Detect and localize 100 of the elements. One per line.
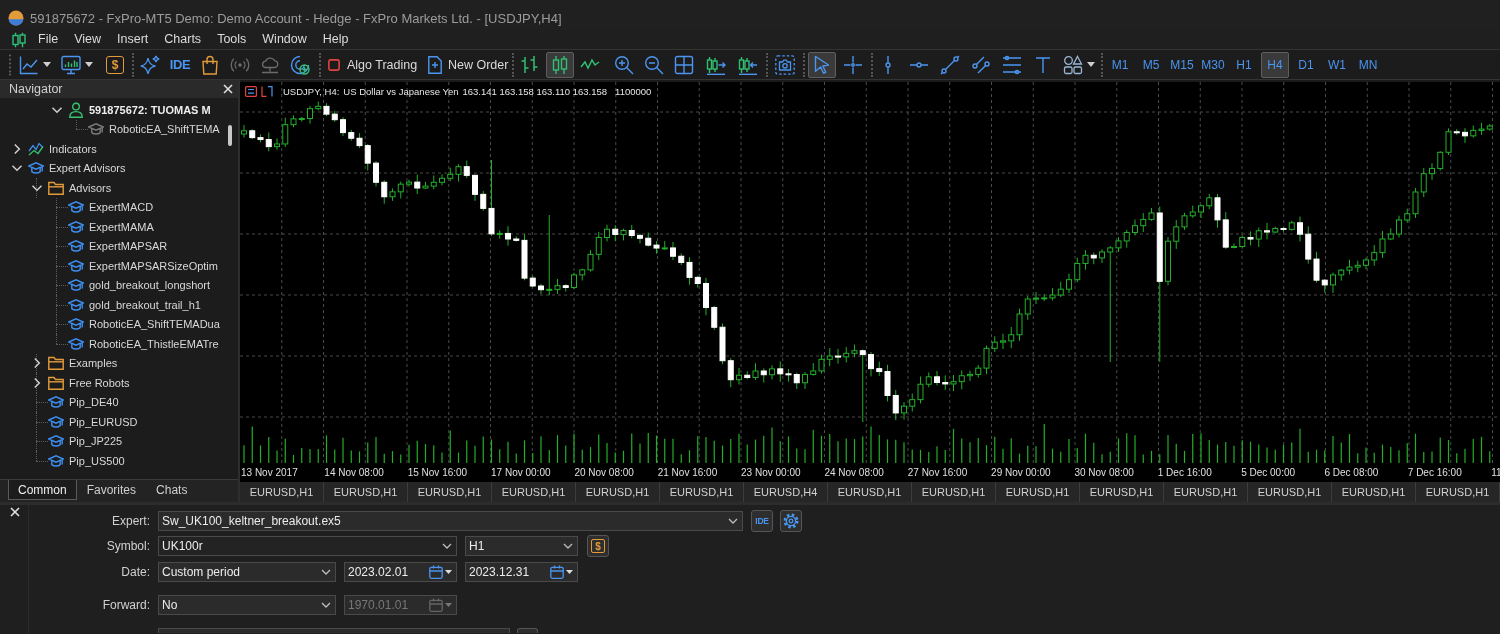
folder-icon [48,355,64,372]
camera-icon [775,54,795,75]
axis-label: 30 Nov 08:00 [1074,467,1134,478]
period-dropdown[interactable]: H1 [465,536,578,556]
axis-label: 29 Nov 00:00 [991,467,1051,478]
panel-tab[interactable]: Common [8,480,77,500]
axis-label: 17 Nov 00:00 [491,467,551,478]
menu-item[interactable]: View [66,30,110,49]
axis-label: 6 Dec 08:00 [1324,467,1379,478]
tree-item[interactable]: ExpertMAMA [0,217,224,237]
graduation-cap-icon [68,335,84,352]
candles-chart-button[interactable] [546,51,574,78]
close-icon[interactable] [223,84,233,94]
timeframe-button[interactable]: MN [1354,51,1382,78]
tree-item[interactable]: ExpertMAPSARSizeOptim [0,256,224,276]
timeframe-button[interactable]: M30 [1199,51,1227,78]
trend-lines-icon [28,140,44,157]
folder-icon [48,179,64,196]
axis-label: 20 Nov 08:00 [574,467,634,478]
gear-icon [783,513,799,529]
graduation-cap-icon [28,160,44,177]
tree-item[interactable]: Pip_US500 [0,451,224,471]
timeframe-button[interactable]: M15 [1168,51,1196,78]
menu-item[interactable]: Insert [109,30,157,49]
tree-item[interactable]: Examples [0,353,224,373]
tree-item[interactable]: Indicators [0,139,224,159]
panel-tab[interactable]: Chats [146,480,198,500]
timeframe-button[interactable]: M1 [1106,51,1134,78]
line-chart-icon [19,54,39,75]
currency-button[interactable]: $ [106,55,124,74]
scrollbar-thumb[interactable] [228,125,232,146]
fibonacci-lines-icon [1002,54,1022,75]
graduation-cap-icon [68,199,84,216]
expert-dropdown[interactable]: Sw_UK100_keltner_breakout.ex5 [158,511,743,531]
tree-item[interactable]: Expert Advisors [0,158,224,178]
graduation-cap-icon [68,218,84,235]
date-range-dropdown[interactable]: Custom period [158,562,336,582]
field-label: Forward: [101,598,150,612]
graduation-cap-icon [68,238,84,255]
timeframe-button[interactable]: H1 [1230,51,1258,78]
menu-item[interactable]: Window [254,30,315,49]
bracket-icon[interactable] [261,86,273,97]
channel-icon [971,54,991,75]
graduation-cap-icon [68,316,84,333]
tree-item[interactable]: Pip_DE40 [0,392,224,412]
list-box-icon[interactable] [245,86,257,97]
currency-button[interactable]: $ [587,535,609,557]
tree-item[interactable]: RoboticEA_ThistleEMATre [0,334,224,354]
axis-label: 27 Nov 16:00 [907,467,968,478]
close-icon[interactable] [10,507,20,517]
tree-item[interactable]: ExpertMAPSAR [0,236,224,256]
candlestick-icon [550,54,570,75]
horizontal-line-icon [909,61,929,68]
chart-description: US Dollar vs Japanese Yen [343,86,459,97]
dropdown-field[interactable] [158,628,510,633]
tree-item[interactable]: Advisors [0,178,224,198]
axis-label: 14 Nov 08:00 [324,467,384,478]
candlestick-icon[interactable] [12,31,26,48]
chevron-down-icon [321,569,331,575]
new-order-button[interactable]: New Order [425,51,511,78]
menu-item[interactable]: Help [314,30,357,49]
calendar-icon [429,598,443,612]
tree-item[interactable]: gold_breakout_trail_h1 [0,295,224,315]
tree-item[interactable]: Pip_JP225 [0,431,224,451]
timeframe-button[interactable]: H4 [1261,51,1289,78]
date-field[interactable]: 2023.02.01 [344,562,457,582]
cloud-icon [260,54,280,75]
tree-item[interactable]: Free Robots [0,373,224,393]
algo-trading-button[interactable]: Algo Trading [324,51,421,78]
chevron-down-icon [563,543,573,549]
ide-button[interactable]: IDE [751,510,773,532]
menu-item[interactable]: File [30,30,67,49]
tree-item[interactable]: gold_breakout_longshort [0,275,224,295]
panel-tab[interactable]: Favorites [76,480,147,500]
tree-item[interactable]: 591875672: TUOMAS M [0,100,224,120]
timeframe-button[interactable]: D1 [1292,51,1320,78]
ide-button[interactable]: IDE [166,51,194,78]
folder-icon [48,374,64,391]
person-icon [68,101,84,118]
axis-label: 15 Nov 16:00 [407,467,468,478]
menu-item[interactable]: Tools [209,30,255,49]
caret-icon [445,603,452,607]
zoom-in-icon [614,54,634,75]
menu-item[interactable]: Charts [156,30,210,49]
tree-item[interactable]: RoboticEA_ShiftTEMADua [0,314,224,334]
tree-item[interactable]: Pip_EURUSD [0,412,224,432]
caret-icon [85,62,93,67]
settings-button[interactable] [780,510,802,532]
forward-dropdown[interactable]: No [158,595,336,615]
app-logo-icon [8,10,24,26]
date-field[interactable]: 2023.12.31 [465,562,578,582]
symbol-dropdown[interactable]: UK100r [158,536,457,556]
tree-item[interactable]: ExpertMACD [0,197,224,217]
cursor-button[interactable] [808,51,836,78]
caret-icon [1087,62,1095,67]
timeframe-button[interactable]: M5 [1137,51,1165,78]
tree-item[interactable]: RoboticEA_ShiftTEMA [0,119,224,139]
timeframe-button[interactable]: W1 [1323,51,1351,78]
shopping-bag-icon [200,54,220,75]
zoom-out-icon [644,54,664,75]
